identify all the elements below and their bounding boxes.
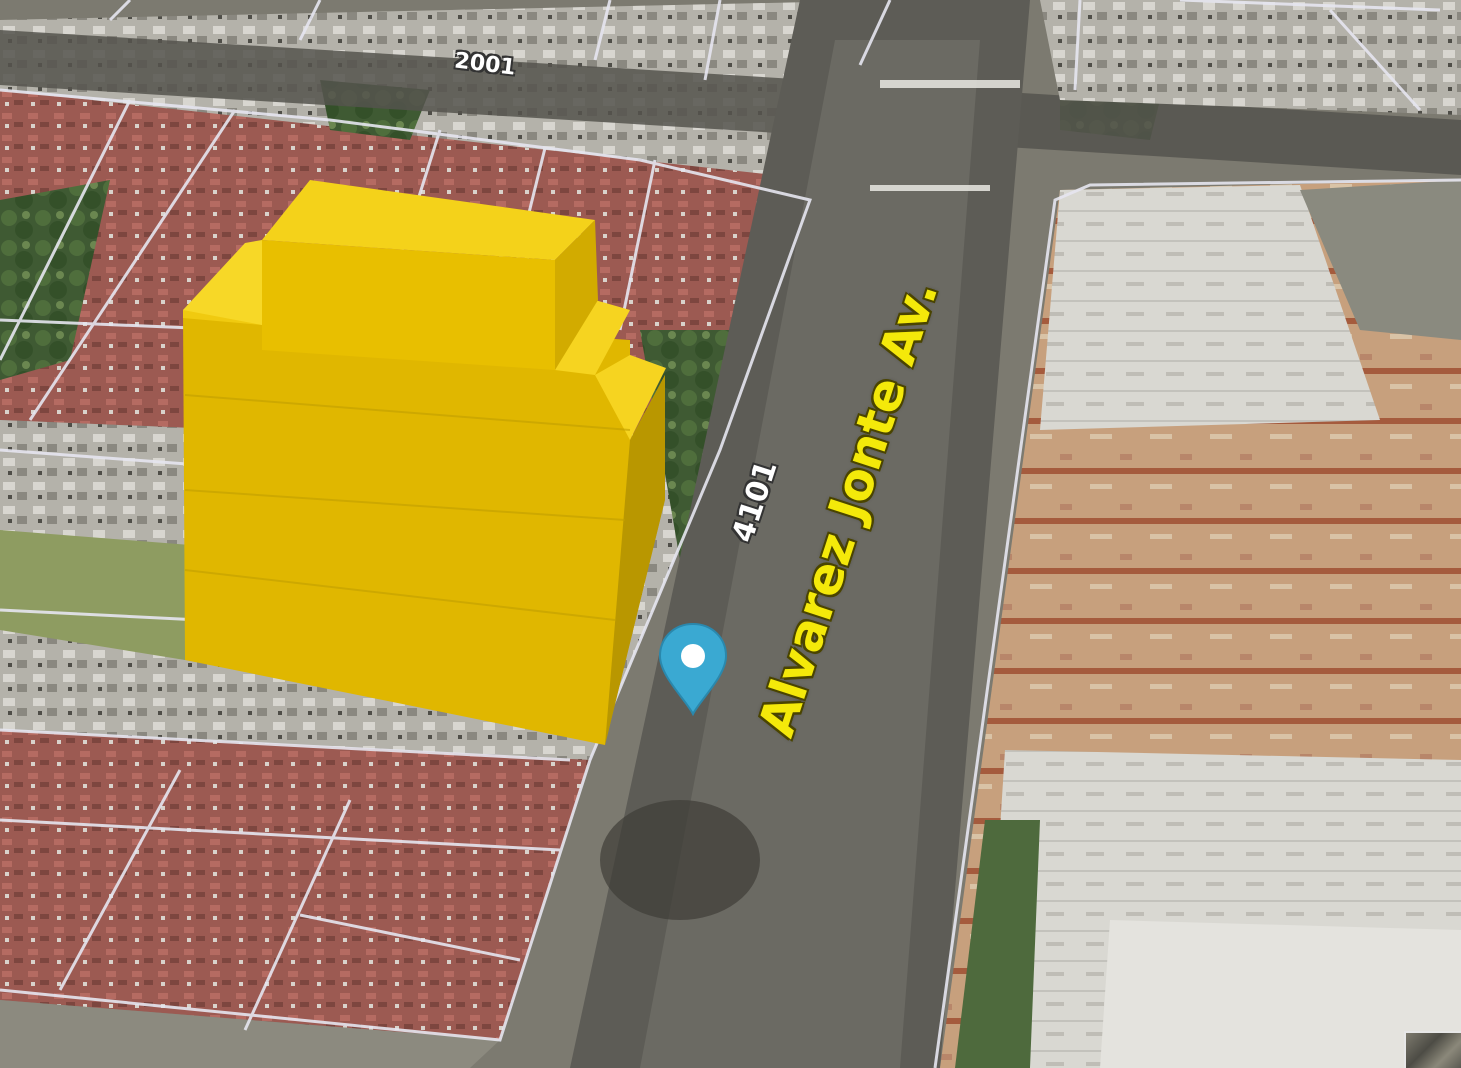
map-pin-icon[interactable]: [656, 620, 730, 718]
highlighted-building[interactable]: [183, 180, 666, 745]
map-viewport[interactable]: 2001 4101 Alvarez Jonte Av.: [0, 0, 1461, 1068]
map-layer-thumbnail-icon[interactable]: [1404, 1031, 1461, 1068]
